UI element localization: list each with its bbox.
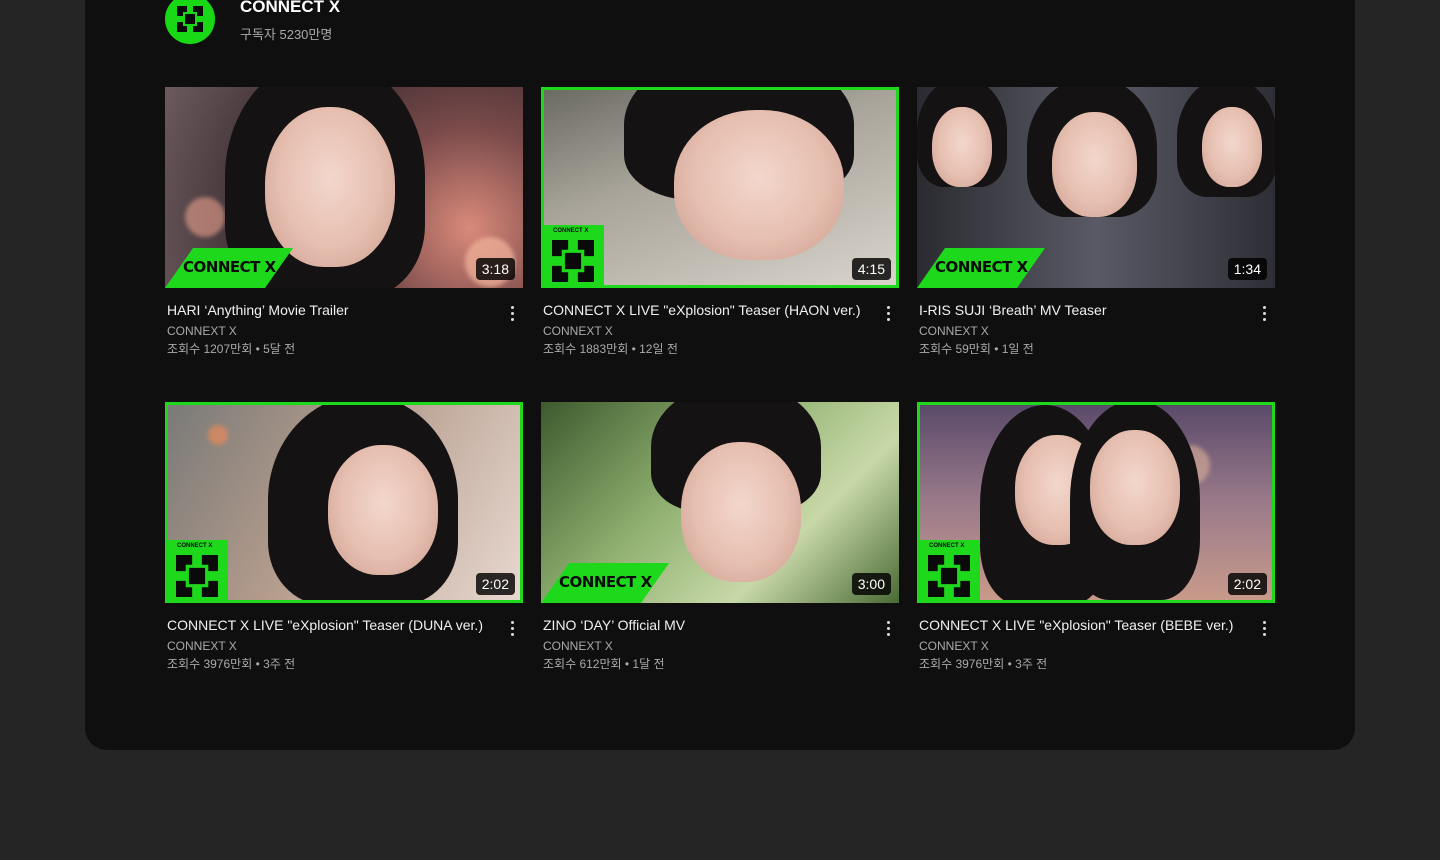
video-thumbnail[interactable]: CONNECT X 3:00 — [541, 402, 899, 603]
video-card[interactable]: CONNECT X 3:18 HARI ‘Anything’ Movie Tra… — [165, 87, 523, 367]
video-duration: 2:02 — [1227, 573, 1267, 595]
more-options-icon[interactable] — [507, 305, 517, 323]
video-card[interactable]: CONNECT X 4:15 CONNECT X LIVE "eXplosion… — [541, 87, 899, 367]
video-channel-name[interactable]: CONNEXT X — [167, 324, 237, 338]
face-shape — [1052, 112, 1137, 217]
face-shape — [932, 107, 992, 187]
video-duration: 2:02 — [475, 573, 515, 595]
more-options-icon[interactable] — [507, 620, 517, 638]
face-shape — [1090, 430, 1180, 545]
connect-x-badge: CONNECT X — [541, 563, 669, 603]
video-meta: 조회수 59만회 • 1일 전 — [919, 342, 1034, 356]
video-thumbnail[interactable]: CONNECT X 2:02 — [917, 402, 1275, 603]
video-thumbnail[interactable]: CONNECT X 2:02 — [165, 402, 523, 603]
connect-x-badge: CONNECT X — [544, 225, 604, 285]
video-meta: 조회수 3976만회 • 3주 전 — [919, 657, 1048, 671]
video-card[interactable]: CONNECT X 2:02 CONNECT X LIVE "eXplosion… — [917, 402, 1275, 682]
face-shape — [1202, 107, 1262, 187]
face-shape — [328, 445, 438, 575]
video-meta: 조회수 612만회 • 1달 전 — [543, 657, 665, 671]
video-meta: 조회수 1883만회 • 12일 전 — [543, 342, 678, 356]
video-thumbnail[interactable]: CONNECT X 3:18 — [165, 87, 523, 288]
video-meta: 조회수 1207만회 • 5달 전 — [167, 342, 296, 356]
more-options-icon[interactable] — [883, 620, 893, 638]
video-channel-name[interactable]: CONNEXT X — [167, 639, 237, 653]
video-meta: 조회수 3976만회 • 3주 전 — [167, 657, 296, 671]
video-duration: 4:15 — [851, 258, 891, 280]
connect-x-logo-icon — [176, 555, 218, 597]
connect-x-logo-icon — [928, 555, 970, 597]
video-duration: 3:00 — [851, 573, 891, 595]
video-title[interactable]: CONNECT X LIVE "eXplosion" Teaser (HAON … — [543, 302, 863, 318]
video-title[interactable]: ZINO ‘DAY’ Official MV — [543, 617, 863, 633]
video-title[interactable]: CONNECT X LIVE "eXplosion" Teaser (BEBE … — [919, 617, 1239, 633]
more-options-icon[interactable] — [1259, 620, 1269, 638]
connect-x-badge: CONNECT X — [917, 248, 1045, 288]
bokeh-light — [208, 425, 228, 445]
face-shape — [265, 107, 395, 267]
bokeh-light — [185, 197, 225, 237]
video-channel-name[interactable]: CONNEXT X — [543, 639, 613, 653]
face-shape — [674, 110, 844, 260]
video-card[interactable]: CONNECT X 1:34 I-RIS SUJI ‘Breath’ MV Te… — [917, 87, 1275, 367]
face-shape — [681, 442, 801, 582]
video-card[interactable]: CONNECT X 2:02 CONNECT X LIVE "eXplosion… — [165, 402, 523, 682]
more-options-icon[interactable] — [883, 305, 893, 323]
channel-name[interactable]: CONNECT X — [240, 0, 340, 17]
connect-x-logo-icon — [552, 240, 594, 282]
video-duration: 3:18 — [475, 258, 515, 280]
video-title[interactable]: HARI ‘Anything’ Movie Trailer — [167, 302, 487, 318]
connect-x-badge: CONNECT X — [168, 540, 228, 600]
video-thumbnail[interactable]: CONNECT X 4:15 — [541, 87, 899, 288]
video-channel-name[interactable]: CONNEXT X — [543, 324, 613, 338]
video-thumbnail[interactable]: CONNECT X 1:34 — [917, 87, 1275, 288]
video-channel-name[interactable]: CONNEXT X — [919, 639, 989, 653]
video-title[interactable]: CONNECT X LIVE "eXplosion" Teaser (DUNA … — [167, 617, 487, 633]
more-options-icon[interactable] — [1259, 305, 1269, 323]
video-channel-name[interactable]: CONNEXT X — [919, 324, 989, 338]
subscriber-count: 구독자 5230만명 — [240, 27, 333, 42]
video-card[interactable]: CONNECT X 3:00 ZINO ‘DAY’ Official MV CO… — [541, 402, 899, 682]
connect-x-logo-icon — [177, 6, 203, 32]
connect-x-badge: CONNECT X — [920, 540, 980, 600]
video-title[interactable]: I-RIS SUJI ‘Breath’ MV Teaser — [919, 302, 1239, 318]
video-duration: 1:34 — [1227, 258, 1267, 280]
